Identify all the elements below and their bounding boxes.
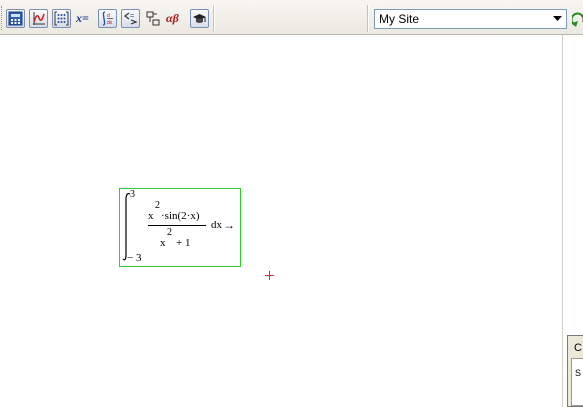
svg-text:dx: dx [107,20,113,26]
go-icon[interactable] [570,10,583,28]
fraction-bar [148,225,206,226]
denominator-base: x [160,237,166,249]
numerator-base: x [148,210,154,222]
symbolic-arrow: → [223,218,235,232]
greek-toolbar-button[interactable]: αβ [166,9,179,28]
boolean-icon: = [124,12,138,25]
upper-limit: 3 [130,189,135,200]
numerator-exponent: 2 [155,200,160,211]
matrix-icon [54,11,69,26]
differential: dx [211,219,222,231]
calculator-icon [8,11,23,26]
graph-toolbar-button[interactable] [29,9,48,28]
chevron-down-icon[interactable] [549,11,565,27]
denominator-exponent: 2 [167,227,172,238]
evaluation-toolbar-button[interactable]: x= [76,9,89,28]
svg-text:d: d [107,13,110,19]
symbolic-toolbar-button[interactable] [190,9,209,28]
greek-label: αβ [166,11,179,25]
side-panel-content: S [571,358,583,406]
programming-toolbar-button[interactable] [145,9,162,28]
site-selector-value: My Site [379,12,420,26]
crosshair-cursor [265,271,274,280]
side-panel-label: C [574,342,582,354]
mortarboard-icon [193,14,206,23]
calculus-icon: d dx [102,11,113,26]
matrix-toolbar-button[interactable] [52,9,71,28]
calculator-toolbar-button[interactable] [6,9,25,28]
toolbar-grip[interactable] [1,6,5,30]
math-toolbar: x= d dx = αβ My Site [0,0,583,35]
toolbar-separator [213,5,215,32]
toolbar-separator [367,5,369,32]
graph-icon [33,12,45,25]
svg-text:=: = [130,13,134,20]
side-panel-inner-label: S [575,368,582,378]
boolean-toolbar-button[interactable]: = [121,9,140,28]
lower-limit: − 3 [127,252,142,264]
calculus-toolbar-button[interactable]: d dx [98,9,117,28]
denominator-rest: + 1 [176,237,191,249]
side-panel: C S [567,335,583,407]
programming-icon [146,11,160,26]
x-equals-label: x= [76,11,89,25]
math-region[interactable]: 3 − 3 x 2 ·sin(2·x) x 2 + 1 dx → [119,188,241,267]
numerator-rest: ·sin(2·x) [161,210,200,222]
site-selector[interactable]: My Site [374,9,567,29]
